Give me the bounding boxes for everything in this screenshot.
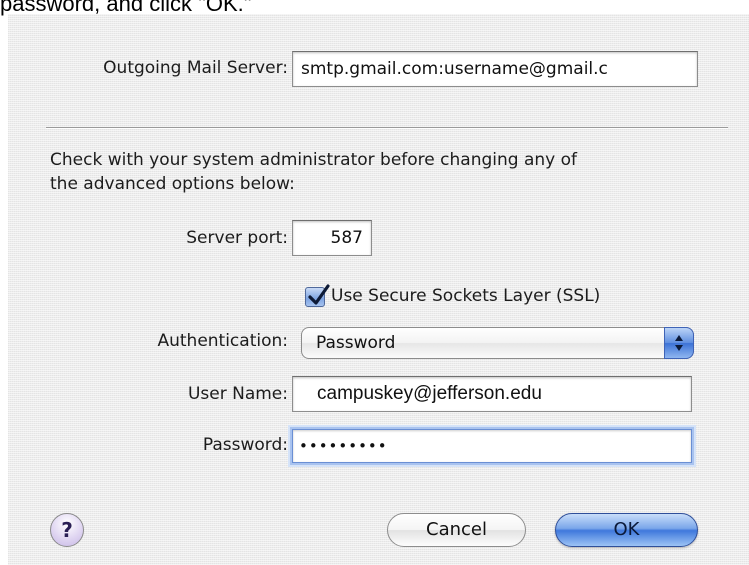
ssl-label[interactable]: Use Secure Sockets Layer (SSL): [331, 286, 600, 306]
user-name-value: campuskey@jefferson.edu: [317, 383, 542, 404]
ok-button[interactable]: OK: [555, 513, 698, 547]
help-button[interactable]: ?: [50, 513, 84, 547]
server-port-input[interactable]: 587: [292, 220, 372, 256]
authentication-label: Authentication:: [157, 331, 288, 351]
outgoing-server-label: Outgoing Mail Server:: [103, 58, 288, 78]
user-name-label: User Name:: [187, 384, 288, 404]
section-divider: [46, 127, 728, 129]
question-mark-icon: ?: [61, 518, 73, 542]
authentication-popup[interactable]: Password: [301, 327, 694, 359]
password-label: Password:: [202, 435, 288, 455]
advisory-text-line2: the advanced options below:: [50, 174, 295, 194]
user-name-input[interactable]: campuskey@jefferson.edu: [292, 376, 692, 412]
smtp-settings-dialog: Outgoing Mail Server: smtp.gmail.com:use…: [8, 14, 749, 565]
advisory-text-line1: Check with your system administrator bef…: [50, 150, 577, 170]
outgoing-server-input[interactable]: smtp.gmail.com:username@gmail.c: [292, 51, 698, 87]
popup-arrows-button[interactable]: [664, 327, 694, 359]
server-port-value: 587: [330, 228, 363, 248]
password-input[interactable]: •••••••••: [292, 429, 692, 463]
password-value: •••••••••: [299, 437, 388, 455]
ssl-checkbox[interactable]: [305, 284, 330, 307]
server-port-label: Server port:: [186, 228, 288, 248]
authentication-selected: Password: [316, 333, 396, 353]
page: password, and click "OK." Outgoing Mail …: [0, 0, 749, 565]
updown-arrows-icon: [675, 335, 683, 351]
checkmark-icon: [308, 284, 330, 305]
cancel-button[interactable]: Cancel: [387, 513, 526, 547]
